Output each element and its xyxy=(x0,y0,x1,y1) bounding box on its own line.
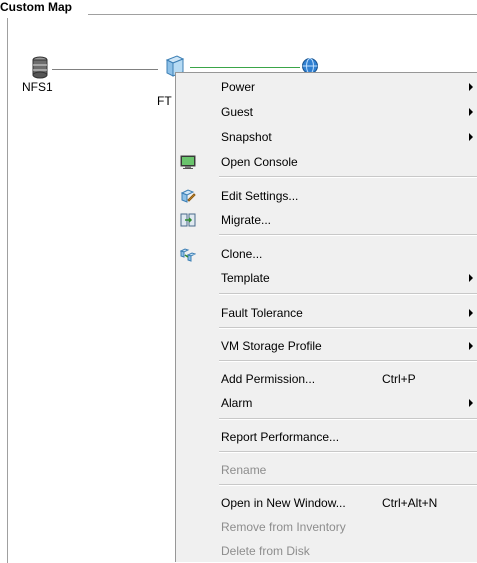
map-title: Custom Map xyxy=(0,0,72,14)
menu-item-alarm[interactable]: Alarm xyxy=(176,392,477,414)
menu-item-report-performance[interactable]: Report Performance... xyxy=(176,426,477,448)
network-edge xyxy=(190,67,300,68)
vm-label: FT xyxy=(157,94,172,108)
submenu-arrow-icon xyxy=(469,274,473,282)
menu-item-delete-from-disk: Delete from Disk xyxy=(221,544,310,558)
context-menu: Power Guest Snapshot Open Console Edit S… xyxy=(175,72,477,562)
menu-separator xyxy=(219,451,477,453)
menu-item-clone[interactable]: Clone... xyxy=(176,243,477,265)
submenu-arrow-icon xyxy=(469,133,473,141)
menu-separator xyxy=(219,484,477,486)
database-icon[interactable] xyxy=(32,56,48,80)
menu-separator xyxy=(219,176,477,178)
menu-separator xyxy=(219,418,477,420)
menu-item-power[interactable]: Power xyxy=(176,76,477,98)
submenu-arrow-icon xyxy=(469,309,473,317)
menu-item-open-in-new-window[interactable]: Open in New Window... Ctrl+Alt+N xyxy=(176,492,477,514)
menu-item-remove-from-inventory: Remove from Inventory xyxy=(221,520,346,534)
submenu-arrow-icon xyxy=(469,83,473,91)
storage-edge xyxy=(52,69,158,70)
menu-separator xyxy=(219,327,477,329)
shortcut-label: Ctrl+Alt+N xyxy=(382,496,438,510)
menu-item-open-console[interactable]: Open Console xyxy=(176,151,477,173)
menu-separator xyxy=(219,234,477,236)
menu-item-edit-settings[interactable]: Edit Settings... xyxy=(176,185,477,207)
menu-item-template[interactable]: Template xyxy=(176,267,477,289)
menu-separator xyxy=(219,293,477,295)
edit-settings-icon xyxy=(180,188,196,204)
submenu-arrow-icon xyxy=(469,342,473,350)
shortcut-label: Ctrl+P xyxy=(382,372,416,386)
clone-icon xyxy=(179,246,197,262)
submenu-arrow-icon xyxy=(469,108,473,116)
menu-item-snapshot[interactable]: Snapshot xyxy=(176,126,477,148)
menu-item-add-permission[interactable]: Add Permission... Ctrl+P xyxy=(176,368,477,390)
menu-separator xyxy=(219,360,477,362)
migrate-icon xyxy=(180,212,196,228)
menu-item-migrate[interactable]: Migrate... xyxy=(176,209,477,231)
menu-item-guest[interactable]: Guest xyxy=(176,101,477,123)
datastore-label: NFS1 xyxy=(22,80,53,94)
menu-item-rename: Rename xyxy=(221,463,267,477)
submenu-arrow-icon xyxy=(469,399,473,407)
menu-item-vm-storage-profile[interactable]: VM Storage Profile xyxy=(176,335,477,357)
console-icon xyxy=(180,154,196,170)
menu-item-fault-tolerance[interactable]: Fault Tolerance xyxy=(176,302,477,324)
